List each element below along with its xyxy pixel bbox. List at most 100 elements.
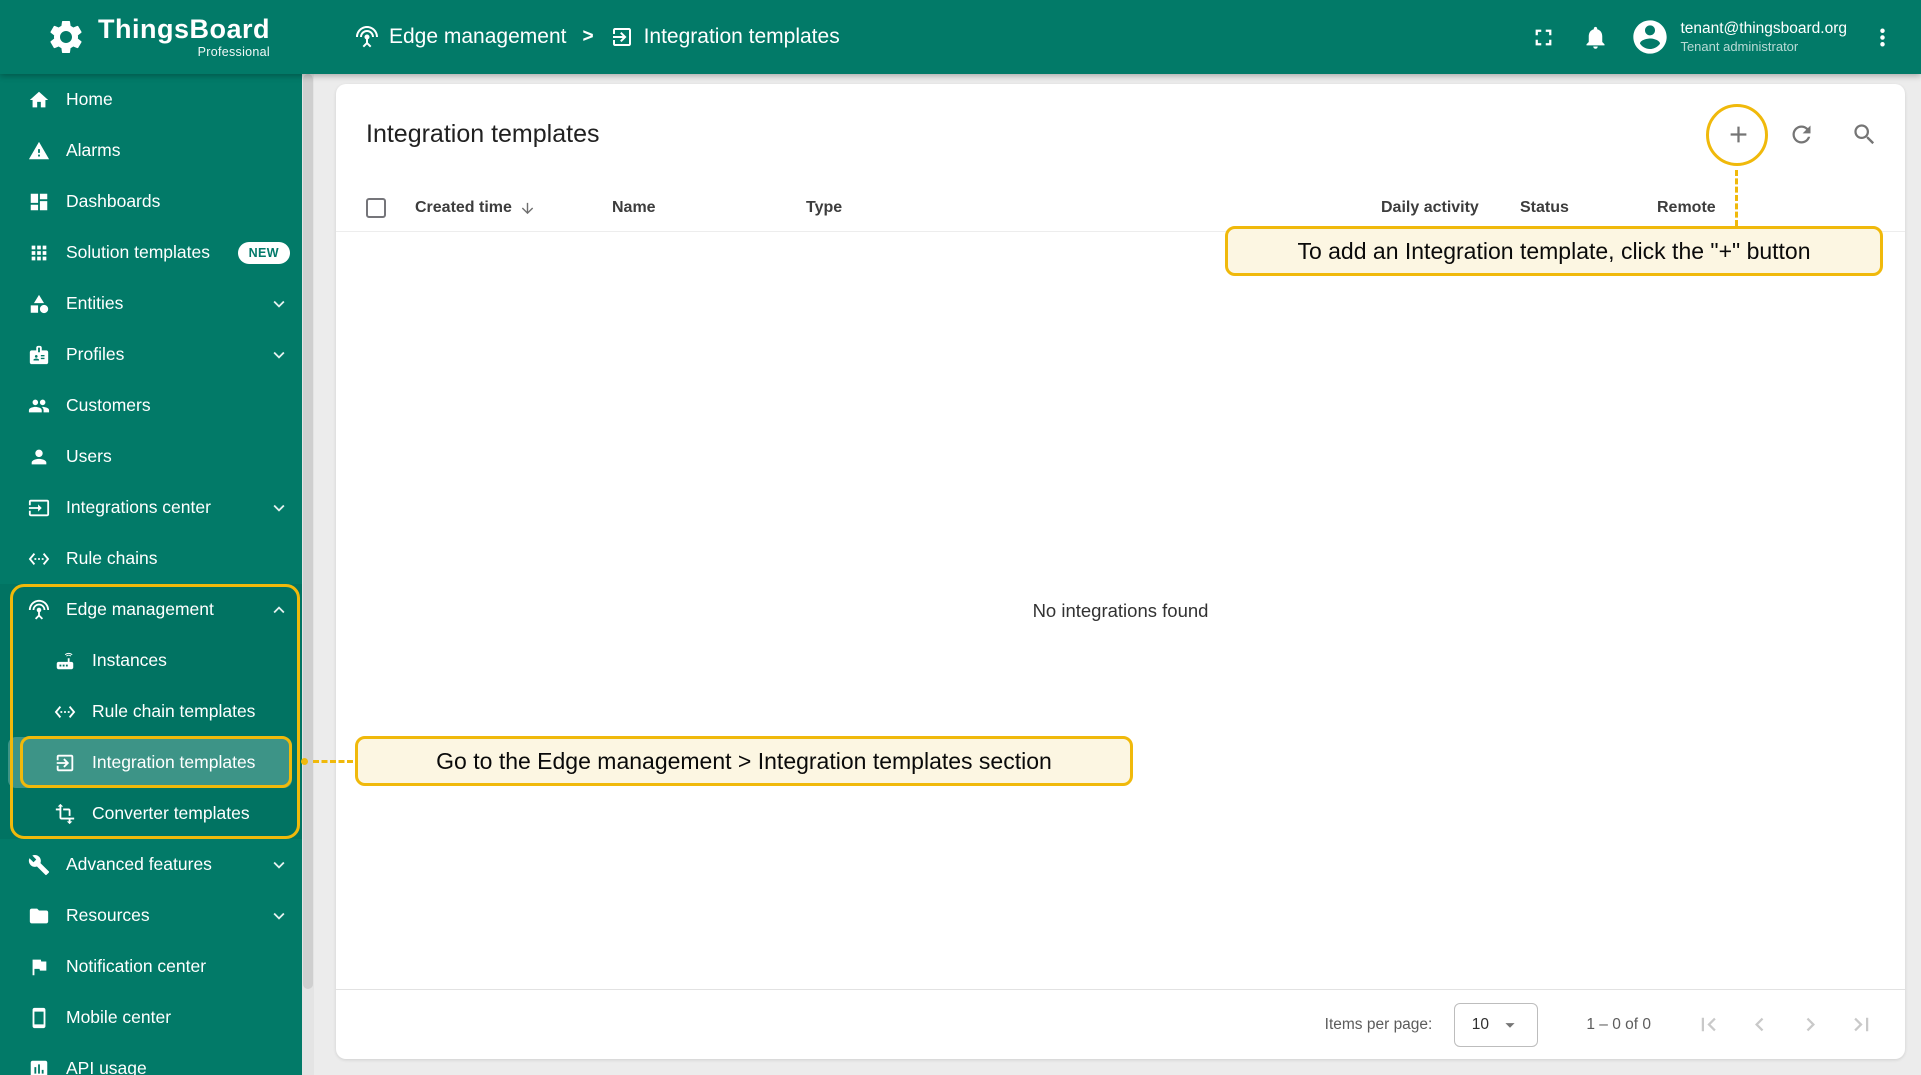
bell-icon [1582, 24, 1609, 51]
chevron-down-icon [268, 854, 290, 876]
sidebar-item-label: Users [66, 446, 112, 466]
more-menu-button[interactable] [1859, 14, 1905, 60]
sidebar-item-solution-templates[interactable]: Solution templates NEW [0, 227, 302, 278]
column-header-remote[interactable]: Remote [1657, 184, 1716, 232]
person-icon [28, 446, 50, 468]
tour-dashed-connector-horizontal [313, 760, 353, 763]
sidebar-item-integrations-center[interactable]: Integrations center [0, 482, 302, 533]
sidebar-item-label: Solution templates [66, 242, 210, 262]
column-label: Created time [415, 199, 512, 216]
page-title: Integration templates [366, 120, 600, 148]
breadcrumb-label: Integration templates [643, 25, 840, 48]
tour-highlight-edge-management-group [10, 584, 300, 839]
home-icon [28, 89, 50, 111]
sidebar-item-label: Profiles [66, 344, 125, 364]
fullscreen-button[interactable] [1520, 14, 1566, 60]
notifications-button[interactable] [1572, 14, 1618, 60]
column-header-status[interactable]: Status [1520, 184, 1569, 232]
refresh-button[interactable] [1788, 121, 1815, 148]
chevron-down-icon [268, 905, 290, 927]
sidebar-scrollbar[interactable] [302, 74, 314, 1075]
scrollbar-thumb[interactable] [303, 74, 313, 989]
sidebar-item-label: Notification center [66, 956, 207, 976]
breadcrumb-separator: > [582, 26, 594, 47]
sidebar-item-notification-center[interactable]: Notification center [0, 941, 302, 992]
sidebar-item-customers[interactable]: Customers [0, 380, 302, 431]
page-range-label: 1 – 0 of 0 [1586, 1015, 1651, 1033]
avatar-icon [1630, 17, 1670, 57]
smartphone-icon [28, 1007, 50, 1029]
items-per-page-label: Items per page: [1324, 1015, 1433, 1033]
items-per-page-select[interactable]: 10 [1454, 1002, 1539, 1047]
breadcrumb-label: Edge management [389, 25, 567, 48]
sidebar-item-rule-chains[interactable]: Rule chains [0, 533, 302, 584]
tour-highlight-integration-templates-item [20, 736, 292, 788]
fullscreen-icon [1530, 24, 1557, 51]
breadcrumb-edge-management[interactable]: Edge management [355, 25, 566, 49]
sidebar-item-label: API usage [66, 1058, 147, 1075]
tour-dashed-connector-vertical [1735, 170, 1738, 226]
sidebar-item-label: Mobile center [66, 1007, 172, 1027]
column-header-created-time[interactable]: Created time [415, 184, 536, 232]
bar-chart-icon [28, 1058, 50, 1075]
tour-connector-dot [301, 758, 308, 765]
sidebar-item-label: Entities [66, 293, 124, 313]
sidebar-item-dashboards[interactable]: Dashboards [0, 176, 302, 227]
user-email: tenant@thingsboard.org [1680, 20, 1847, 38]
items-per-page-value: 10 [1471, 1015, 1489, 1033]
category-icon [28, 293, 50, 315]
sidebar-item-label: Customers [66, 395, 151, 415]
new-badge: NEW [237, 241, 290, 264]
sidebar-item-api-usage[interactable]: API usage [0, 1043, 302, 1075]
chevron-left-icon [1746, 1011, 1773, 1038]
dashboard-icon [28, 191, 50, 213]
sidebar-item-resources[interactable]: Resources [0, 890, 302, 941]
brand-subtitle: Professional [197, 45, 270, 60]
breadcrumb-integration-templates[interactable]: Integration templates [610, 25, 840, 49]
sidebar-item-entities[interactable]: Entities [0, 278, 302, 329]
wrench-icon [28, 854, 50, 876]
search-button[interactable] [1851, 121, 1878, 148]
select-all-checkbox[interactable] [366, 198, 386, 218]
more-vert-icon [1869, 24, 1896, 51]
last-page-button[interactable] [1848, 1011, 1875, 1038]
sidebar-item-advanced-features[interactable]: Advanced features [0, 839, 302, 890]
breadcrumb: Edge management > Integration templates [355, 25, 840, 49]
sidebar-item-label: Resources [66, 905, 150, 925]
sidebar-item-home[interactable]: Home [0, 74, 302, 125]
sidebar-item-label: Home [66, 89, 113, 109]
next-page-button[interactable] [1797, 1011, 1824, 1038]
empty-state-text: No integrations found [1032, 600, 1209, 621]
chevron-down-icon [268, 344, 290, 366]
chevron-down-icon [268, 497, 290, 519]
user-menu[interactable]: tenant@thingsboard.org Tenant administra… [1630, 17, 1847, 57]
tour-callout-add-template: To add an Integration template, click th… [1225, 226, 1883, 276]
column-header-name[interactable]: Name [612, 184, 656, 232]
sidebar-item-alarms[interactable]: Alarms [0, 125, 302, 176]
folder-icon [28, 905, 50, 927]
sidebar-item-label: Alarms [66, 140, 121, 160]
login-arrow-icon [610, 25, 634, 49]
app-root: ThingsBoard Professional Edge management… [0, 0, 1921, 1075]
sidebar-item-users[interactable]: Users [0, 431, 302, 482]
chevron-right-icon [1797, 1011, 1824, 1038]
sidebar-item-mobile-center[interactable]: Mobile center [0, 992, 302, 1043]
table-header-row: Created time Name Type Daily activity St… [336, 184, 1905, 232]
previous-page-button[interactable] [1746, 1011, 1773, 1038]
thingsboard-logo[interactable]: ThingsBoard Professional [0, 13, 314, 60]
chevron-down-icon [268, 293, 290, 315]
sidebar-item-label: Rule chains [66, 548, 158, 568]
warning-icon [28, 140, 50, 162]
user-role: Tenant administrator [1680, 38, 1799, 54]
tour-callout-navigate-section: Go to the Edge management > Integration … [355, 736, 1133, 786]
first-page-button[interactable] [1695, 1011, 1722, 1038]
brand-name: ThingsBoard [98, 13, 270, 44]
column-header-daily-activity[interactable]: Daily activity [1381, 184, 1479, 232]
column-header-type[interactable]: Type [806, 184, 842, 232]
sidebar-item-profiles[interactable]: Profiles [0, 329, 302, 380]
sidebar-item-label: Dashboards [66, 191, 161, 211]
flag-icon [28, 956, 50, 978]
ethernet-icon [28, 548, 50, 570]
people-icon [28, 395, 50, 417]
user-info: tenant@thingsboard.org Tenant administra… [1680, 19, 1847, 55]
